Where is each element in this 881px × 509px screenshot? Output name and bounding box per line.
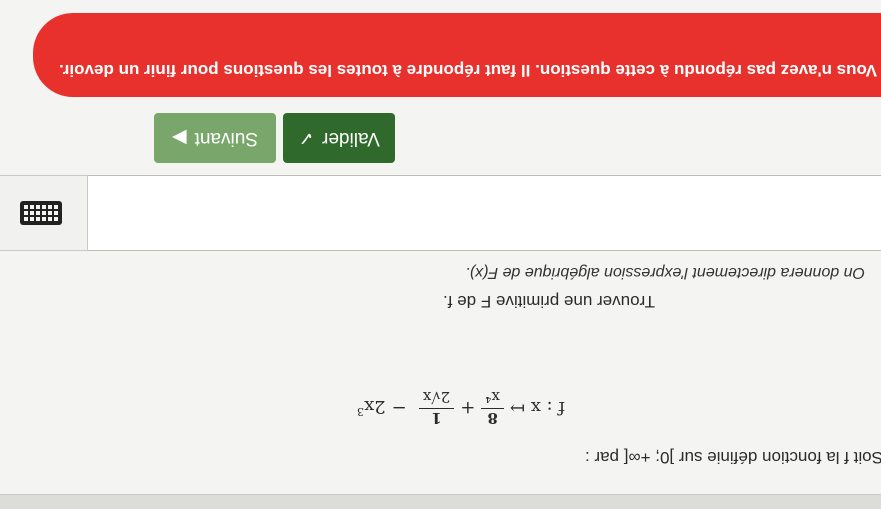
- answer-input[interactable]: [88, 175, 881, 251]
- power-term: 2x3: [357, 397, 386, 419]
- validate-button[interactable]: Valider ✓: [283, 113, 395, 163]
- fraction-numerator: 1: [431, 409, 442, 427]
- next-button[interactable]: Suivant ▶: [154, 113, 276, 163]
- power-exponent: 3: [357, 405, 365, 419]
- next-label: Suivant: [194, 128, 258, 149]
- question-task: Trouver une primitive F de f.: [443, 292, 655, 311]
- minus-sign: −: [391, 397, 407, 418]
- function-formula: f : x ↦ 8 x⁴ + 1 2√x − 2x3: [357, 388, 565, 427]
- fraction-term-2: 1 2√x: [418, 388, 455, 427]
- exercise-page: Soit f la fonction définie sur ]0; +∞[ p…: [0, 0, 881, 509]
- math-keyboard-button[interactable]: [0, 175, 88, 251]
- question-hint: On donnera directement l'expression algé…: [465, 264, 865, 281]
- checkmark-icon: ✓: [298, 127, 315, 149]
- fraction-term-1: 8 x⁴: [481, 388, 504, 427]
- formula-lhs: f : x ↦: [509, 397, 565, 418]
- validate-label: Valider: [322, 128, 380, 149]
- play-arrow-icon: ▶: [172, 127, 187, 149]
- fraction-denominator: 2√x: [418, 388, 455, 409]
- fraction-denominator: x⁴: [481, 388, 504, 409]
- alert-message: Vous n'avez pas répondu à cette question…: [59, 61, 877, 80]
- keyboard-icon: [20, 201, 62, 225]
- power-base: 2x: [364, 396, 386, 418]
- fraction-numerator: 8: [487, 409, 498, 427]
- question-intro: Soit f la fonction définie sur ]0; +∞[ p…: [585, 448, 881, 467]
- error-alert: Vous n'avez pas répondu à cette question…: [33, 13, 881, 97]
- header-divider: [0, 494, 881, 509]
- plus-sign: +: [460, 397, 476, 418]
